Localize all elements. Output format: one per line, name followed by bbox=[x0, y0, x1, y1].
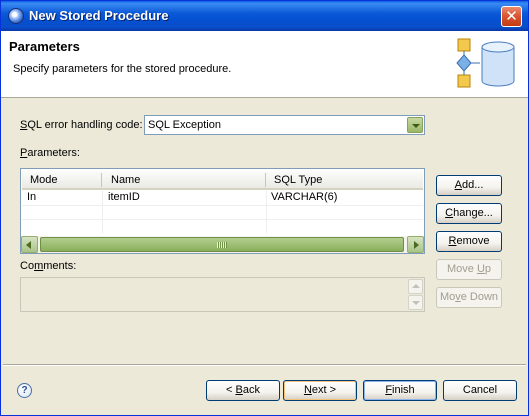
error-handling-label: SQL error handling code: bbox=[20, 119, 143, 131]
parameters-label: Parameters: bbox=[20, 147, 80, 159]
table-cell-name[interactable]: itemID bbox=[108, 191, 140, 203]
column-divider[interactable] bbox=[265, 173, 266, 187]
column-header-mode[interactable]: Mode bbox=[30, 174, 58, 186]
help-icon[interactable]: ? bbox=[17, 383, 32, 398]
move-down-button[interactable]: Move Down bbox=[436, 287, 502, 308]
cancel-button[interactable]: Cancel bbox=[443, 380, 517, 401]
finish-button[interactable]: Finish bbox=[363, 380, 437, 401]
column-line bbox=[266, 191, 267, 233]
page-description: Specify parameters for the stored proced… bbox=[13, 63, 232, 75]
column-divider[interactable] bbox=[101, 173, 102, 187]
chevron-down-icon[interactable] bbox=[407, 117, 423, 133]
scroll-left-icon[interactable] bbox=[21, 236, 38, 253]
database-procedure-icon bbox=[456, 38, 515, 88]
wizard-header: Parameters Specify parameters for the st… bbox=[1, 31, 528, 98]
close-button[interactable]: ✕ bbox=[501, 6, 522, 27]
scroll-down-icon[interactable] bbox=[408, 295, 423, 310]
error-handling-select[interactable]: SQL Exception bbox=[144, 115, 425, 135]
row-divider bbox=[22, 219, 423, 220]
scroll-up-icon[interactable] bbox=[408, 279, 423, 294]
add-button[interactable]: Add... bbox=[436, 175, 502, 196]
title-bar[interactable]: New Stored Procedure ✕ bbox=[1, 1, 528, 31]
row-divider bbox=[22, 205, 423, 206]
comments-label: Comments: bbox=[20, 260, 77, 272]
horizontal-scrollbar[interactable] bbox=[21, 236, 424, 253]
grip-icon bbox=[217, 242, 227, 248]
window-title: New Stored Procedure bbox=[29, 8, 169, 23]
table-header: Mode Name SQL Type bbox=[22, 170, 423, 190]
comments-field[interactable] bbox=[20, 277, 425, 312]
column-header-sql-type[interactable]: SQL Type bbox=[274, 174, 322, 186]
table-cell-sql-type[interactable]: VARCHAR(6) bbox=[271, 191, 337, 203]
back-button[interactable]: < Back bbox=[206, 380, 280, 401]
dialog-window: New Stored Procedure ✕ Parameters Specif… bbox=[0, 0, 529, 416]
move-up-button[interactable]: Move Up bbox=[436, 259, 502, 280]
remove-button[interactable]: Remove bbox=[436, 231, 502, 252]
footer-separator bbox=[3, 364, 526, 366]
error-handling-value: SQL Exception bbox=[148, 119, 221, 131]
scroll-right-icon[interactable] bbox=[407, 236, 424, 253]
close-icon: ✕ bbox=[505, 7, 518, 25]
app-icon bbox=[8, 8, 24, 24]
next-button[interactable]: Next > bbox=[283, 380, 357, 401]
column-line bbox=[102, 191, 103, 233]
change-button[interactable]: Change... bbox=[436, 203, 502, 224]
table-cell-mode[interactable]: In bbox=[27, 191, 36, 203]
vertical-scrollbar[interactable] bbox=[408, 279, 423, 310]
scrollbar-thumb[interactable] bbox=[40, 237, 404, 252]
column-header-name[interactable]: Name bbox=[111, 174, 140, 186]
page-title: Parameters bbox=[9, 39, 80, 54]
